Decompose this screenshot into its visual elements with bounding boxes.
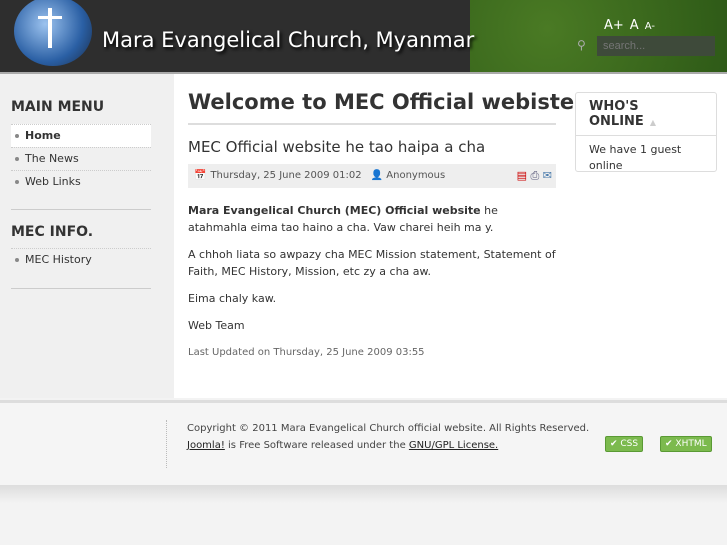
sidebar-item-web-links[interactable]: Web Links bbox=[11, 170, 151, 193]
sidebar-item-news[interactable]: The News bbox=[11, 147, 151, 170]
user-icon: 👤 bbox=[370, 170, 384, 181]
pdf-icon[interactable]: ▤ bbox=[517, 169, 527, 182]
article-title[interactable]: MEC Official website he tao haipa a cha bbox=[188, 138, 485, 156]
logo-globe-icon[interactable] bbox=[14, 0, 92, 66]
divider bbox=[11, 288, 151, 289]
article-date: Thursday, 25 June 2009 01:02 bbox=[210, 170, 362, 181]
divider bbox=[11, 209, 151, 210]
font-increase-button[interactable]: A+ bbox=[604, 18, 624, 33]
site-title[interactable]: Mara Evangelical Church, Myanmar bbox=[102, 28, 474, 52]
info-menu-title: MEC INFO. bbox=[11, 224, 94, 240]
paragraph: Eima chaly kaw. bbox=[188, 292, 277, 305]
xhtml-valid-badge[interactable]: ✔ XHTML bbox=[660, 436, 712, 452]
article-body: Mara Evangelical Church (MEC) Official w… bbox=[188, 202, 556, 371]
search-input[interactable] bbox=[597, 36, 715, 56]
main-menu: Home The News Web Links bbox=[11, 124, 151, 193]
divider bbox=[188, 123, 556, 125]
sidebar-item-home[interactable]: Home bbox=[11, 124, 151, 147]
info-menu: MEC History bbox=[11, 248, 151, 271]
whos-online-text: We have 1 guest online bbox=[589, 143, 682, 172]
intro-bold: Mara Evangelical Church (MEC) Official w… bbox=[188, 204, 481, 217]
main-menu-title: MAIN MENU bbox=[11, 99, 105, 115]
font-decrease-button[interactable]: A- bbox=[645, 21, 655, 32]
sidebar-item-mec-history[interactable]: MEC History bbox=[11, 248, 151, 271]
footer-text: Copyright © 2011 Mara Evangelical Church… bbox=[187, 420, 589, 454]
copyright: Copyright © 2011 Mara Evangelical Church… bbox=[187, 423, 590, 434]
license-link[interactable]: GNU/GPL License. bbox=[409, 440, 498, 451]
print-icon[interactable]: ⎙ bbox=[530, 169, 539, 182]
font-size-controls: A+ A A- bbox=[604, 18, 661, 33]
article-author: Anonymous bbox=[386, 170, 446, 181]
collapse-icon[interactable]: ▲ bbox=[650, 118, 656, 127]
paragraph: Web Team bbox=[188, 319, 245, 332]
whos-online-title: WHO'S ONLINE bbox=[589, 99, 644, 129]
divider bbox=[166, 420, 167, 468]
logo-cross-icon bbox=[48, 8, 52, 48]
last-updated: Last Updated on Thursday, 25 June 2009 0… bbox=[188, 347, 425, 358]
article-meta: 📅 Thursday, 25 June 2009 01:02 👤 Anonymous… bbox=[188, 164, 556, 188]
font-reset-button[interactable]: A bbox=[630, 18, 639, 33]
page-title: Welcome to MEC Official webiste bbox=[188, 90, 575, 114]
calendar-icon: 📅 bbox=[194, 170, 207, 181]
paragraph: A chhoh liata so awpazy cha MEC Mission … bbox=[188, 248, 556, 278]
whos-online-module: WHO'S ONLINE ▲ We have 1 guest online bbox=[575, 92, 717, 172]
joomla-link[interactable]: Joomla! bbox=[187, 440, 225, 451]
footer-license-text: is Free Software released under the bbox=[224, 440, 409, 451]
page-bottom bbox=[0, 485, 727, 545]
logo-cross-bar bbox=[38, 16, 62, 19]
email-icon[interactable]: ✉ bbox=[543, 169, 552, 182]
css-valid-badge[interactable]: ✔ CSS bbox=[605, 436, 644, 452]
search-icon: ⚲ bbox=[577, 38, 586, 52]
header: Mara Evangelical Church, Myanmar A+ A A- ⚲ bbox=[0, 0, 727, 74]
